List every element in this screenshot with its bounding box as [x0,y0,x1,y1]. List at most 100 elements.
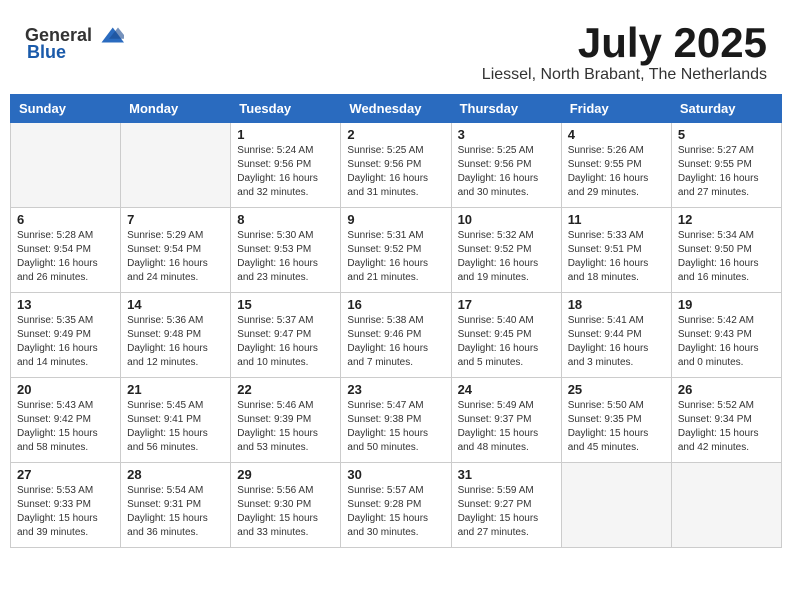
day-info: Sunrise: 5:47 AM Sunset: 9:38 PM Dayligh… [347,399,444,455]
day-number: 7 [127,212,224,227]
day-info: Sunrise: 5:32 AM Sunset: 9:52 PM Dayligh… [458,229,555,285]
day-info: Sunrise: 5:30 AM Sunset: 9:53 PM Dayligh… [237,229,334,285]
calendar-cell: 16 Sunrise: 5:38 AM Sunset: 9:46 PM Dayli… [341,293,451,378]
logo: General Blue [25,20,124,63]
calendar-cell: 25 Sunrise: 5:50 AM Sunset: 9:35 PM Dayli… [561,378,671,463]
calendar-cell: 18 Sunrise: 5:41 AM Sunset: 9:44 PM Dayli… [561,293,671,378]
calendar-cell: 22 Sunrise: 5:46 AM Sunset: 9:39 PM Dayli… [231,378,341,463]
calendar-cell: 7 Sunrise: 5:29 AM Sunset: 9:54 PM Daylig… [121,208,231,293]
day-info: Sunrise: 5:45 AM Sunset: 9:41 PM Dayligh… [127,399,224,455]
calendar-cell: 2 Sunrise: 5:25 AM Sunset: 9:56 PM Daylig… [341,123,451,208]
day-number: 23 [347,382,444,397]
calendar-cell [561,463,671,548]
calendar-cell: 11 Sunrise: 5:33 AM Sunset: 9:51 PM Dayli… [561,208,671,293]
day-info: Sunrise: 5:46 AM Sunset: 9:39 PM Dayligh… [237,399,334,455]
weekday-header-monday: Monday [121,95,231,123]
day-number: 12 [678,212,775,227]
day-info: Sunrise: 5:28 AM Sunset: 9:54 PM Dayligh… [17,229,114,285]
day-info: Sunrise: 5:24 AM Sunset: 9:56 PM Dayligh… [237,144,334,200]
day-number: 21 [127,382,224,397]
month-title: July 2025 [482,20,767,66]
weekday-header-sunday: Sunday [11,95,121,123]
day-number: 15 [237,297,334,312]
calendar-cell: 24Sunrise: 5:49 AM Sunset: 9:37 PM Dayli… [451,378,561,463]
calendar-cell: 13 Sunrise: 5:35 AM Sunset: 9:49 PM Dayli… [11,293,121,378]
day-number: 18 [568,297,665,312]
day-number: 6 [17,212,114,227]
calendar-cell: 5Sunrise: 5:27 AM Sunset: 9:55 PM Daylig… [671,123,781,208]
day-number: 5 [678,127,775,142]
calendar-cell: 19Sunrise: 5:42 AM Sunset: 9:43 PM Dayli… [671,293,781,378]
calendar-cell: 30Sunrise: 5:57 AM Sunset: 9:28 PM Dayli… [341,463,451,548]
day-number: 3 [458,127,555,142]
calendar-cell [11,123,121,208]
day-number: 14 [127,297,224,312]
day-info: Sunrise: 5:49 AM Sunset: 9:37 PM Dayligh… [458,399,555,455]
day-info: Sunrise: 5:25 AM Sunset: 9:56 PM Dayligh… [347,144,444,200]
title-block: July 2025 Liessel, North Brabant, The Ne… [482,20,767,84]
calendar-cell: 3 Sunrise: 5:25 AM Sunset: 9:56 PM Daylig… [451,123,561,208]
day-info: Sunrise: 5:33 AM Sunset: 9:51 PM Dayligh… [568,229,665,285]
day-number: 20 [17,382,114,397]
day-info: Sunrise: 5:56 AM Sunset: 9:30 PM Dayligh… [237,484,334,540]
day-info: Sunrise: 5:59 AM Sunset: 9:27 PM Dayligh… [458,484,555,540]
day-info: Sunrise: 5:42 AM Sunset: 9:43 PM Dayligh… [678,314,775,370]
day-info: Sunrise: 5:35 AM Sunset: 9:49 PM Dayligh… [17,314,114,370]
day-info: Sunrise: 5:37 AM Sunset: 9:47 PM Dayligh… [237,314,334,370]
day-number: 31 [458,467,555,482]
weekday-header-wednesday: Wednesday [341,95,451,123]
day-info: Sunrise: 5:52 AM Sunset: 9:34 PM Dayligh… [678,399,775,455]
day-info: Sunrise: 5:50 AM Sunset: 9:35 PM Dayligh… [568,399,665,455]
day-number: 13 [17,297,114,312]
calendar-cell: 1 Sunrise: 5:24 AM Sunset: 9:56 PM Daylig… [231,123,341,208]
day-info: Sunrise: 5:40 AM Sunset: 9:45 PM Dayligh… [458,314,555,370]
calendar-cell [121,123,231,208]
day-info: Sunrise: 5:31 AM Sunset: 9:52 PM Dayligh… [347,229,444,285]
calendar-cell: 20 Sunrise: 5:43 AM Sunset: 9:42 PM Dayli… [11,378,121,463]
calendar-cell: 15 Sunrise: 5:37 AM Sunset: 9:47 PM Dayli… [231,293,341,378]
calendar-cell: 8 Sunrise: 5:30 AM Sunset: 9:53 PM Daylig… [231,208,341,293]
day-number: 27 [17,467,114,482]
day-number: 8 [237,212,334,227]
calendar-cell: 31 Sunrise: 5:59 AM Sunset: 9:27 PM Dayli… [451,463,561,548]
day-number: 2 [347,127,444,142]
header: General Blue July 2025 Liessel, North Br… [10,10,782,89]
day-number: 22 [237,382,334,397]
day-info: Sunrise: 5:36 AM Sunset: 9:48 PM Dayligh… [127,314,224,370]
calendar-cell: 9Sunrise: 5:31 AM Sunset: 9:52 PM Daylig… [341,208,451,293]
calendar-cell: 21 Sunrise: 5:45 AM Sunset: 9:41 PM Dayli… [121,378,231,463]
week-row-4: 20 Sunrise: 5:43 AM Sunset: 9:42 PM Dayli… [11,378,782,463]
calendar-cell: 10 Sunrise: 5:32 AM Sunset: 9:52 PM Dayli… [451,208,561,293]
day-number: 28 [127,467,224,482]
logo-icon [94,20,124,50]
calendar-cell: 17Sunrise: 5:40 AM Sunset: 9:45 PM Dayli… [451,293,561,378]
week-row-5: 27Sunrise: 5:53 AM Sunset: 9:33 PM Dayli… [11,463,782,548]
calendar-cell: 28Sunrise: 5:54 AM Sunset: 9:31 PM Dayli… [121,463,231,548]
day-number: 10 [458,212,555,227]
calendar-cell: 12 Sunrise: 5:34 AM Sunset: 9:50 PM Dayli… [671,208,781,293]
day-number: 25 [568,382,665,397]
calendar-cell: 23 Sunrise: 5:47 AM Sunset: 9:38 PM Dayli… [341,378,451,463]
day-number: 16 [347,297,444,312]
day-info: Sunrise: 5:29 AM Sunset: 9:54 PM Dayligh… [127,229,224,285]
calendar-cell: 29 Sunrise: 5:56 AM Sunset: 9:30 PM Dayli… [231,463,341,548]
day-number: 30 [347,467,444,482]
location-subtitle: Liessel, North Brabant, The Netherlands [482,66,767,84]
day-info: Sunrise: 5:38 AM Sunset: 9:46 PM Dayligh… [347,314,444,370]
calendar-cell: 27Sunrise: 5:53 AM Sunset: 9:33 PM Dayli… [11,463,121,548]
calendar-cell: 6 Sunrise: 5:28 AM Sunset: 9:54 PM Daylig… [11,208,121,293]
calendar-cell: 14 Sunrise: 5:36 AM Sunset: 9:48 PM Dayli… [121,293,231,378]
day-number: 1 [237,127,334,142]
day-info: Sunrise: 5:34 AM Sunset: 9:50 PM Dayligh… [678,229,775,285]
day-number: 29 [237,467,334,482]
day-info: Sunrise: 5:43 AM Sunset: 9:42 PM Dayligh… [17,399,114,455]
day-number: 26 [678,382,775,397]
day-info: Sunrise: 5:25 AM Sunset: 9:56 PM Dayligh… [458,144,555,200]
calendar-cell [671,463,781,548]
day-number: 11 [568,212,665,227]
weekday-header-friday: Friday [561,95,671,123]
day-info: Sunrise: 5:41 AM Sunset: 9:44 PM Dayligh… [568,314,665,370]
day-info: Sunrise: 5:26 AM Sunset: 9:55 PM Dayligh… [568,144,665,200]
weekday-header-saturday: Saturday [671,95,781,123]
weekday-header-row: SundayMondayTuesdayWednesdayThursdayFrid… [11,95,782,123]
